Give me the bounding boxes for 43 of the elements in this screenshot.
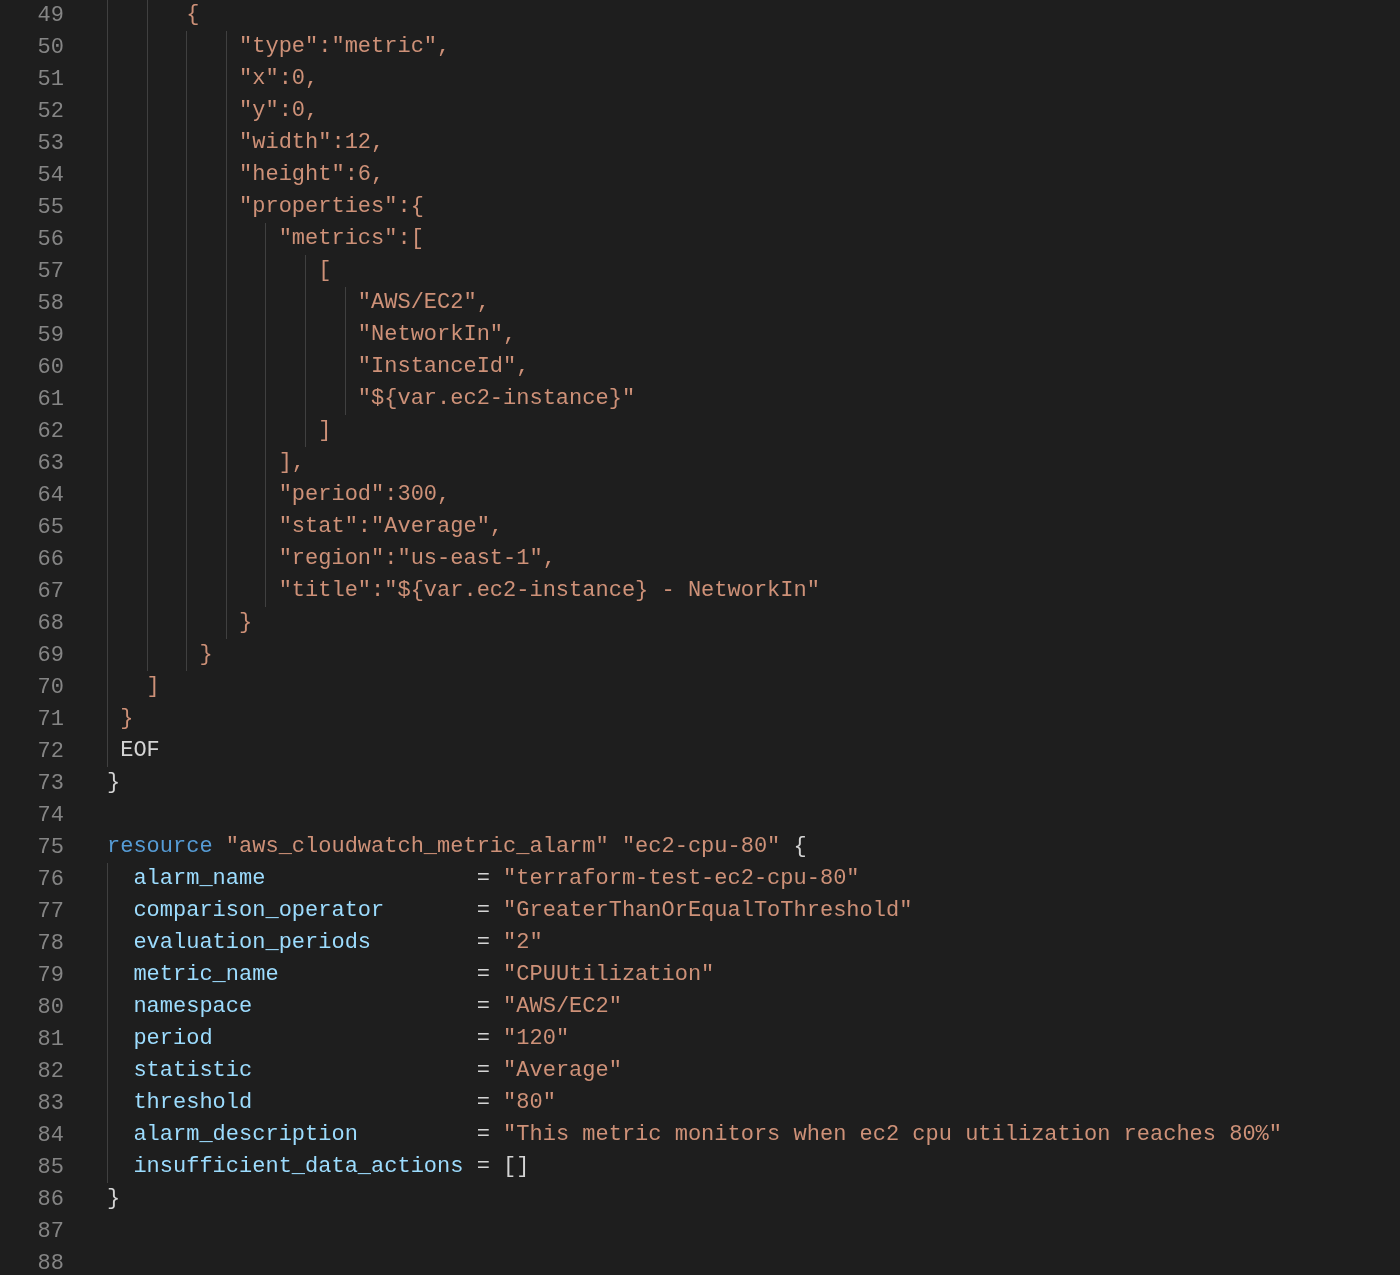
- line-number: 79: [36, 962, 64, 988]
- line-number: 72: [36, 738, 64, 764]
- line-number: 69: [36, 642, 64, 668]
- line-number: 85: [36, 1154, 64, 1180]
- code-line: }: [107, 769, 121, 797]
- line-number: 70: [36, 674, 64, 700]
- line-number: 61: [36, 386, 64, 412]
- line-number: 53: [36, 130, 64, 156]
- line-number: 64: [36, 482, 64, 508]
- line-number: 50: [36, 34, 64, 60]
- line-number: 71: [36, 706, 64, 732]
- line-number: 54: [36, 162, 64, 188]
- line-number: 76: [36, 866, 64, 892]
- code-line: }: [107, 1185, 121, 1213]
- line-number: 83: [36, 1090, 64, 1116]
- line-number: 60: [36, 354, 64, 380]
- line-number: 75: [36, 834, 64, 860]
- line-number: 88: [36, 1250, 64, 1275]
- line-number: 55: [36, 194, 64, 220]
- line-number: 80: [36, 994, 64, 1020]
- line-number: 66: [36, 546, 64, 572]
- line-number: 73: [36, 770, 64, 796]
- line-number: 84: [36, 1122, 64, 1148]
- line-number: 68: [36, 610, 64, 636]
- line-number: 58: [36, 290, 64, 316]
- line-number: 82: [36, 1058, 64, 1084]
- line-number: 57: [36, 258, 64, 284]
- line-number: 51: [36, 66, 64, 92]
- line-number: 56: [36, 226, 64, 252]
- code-line: resource "aws_cloudwatch_metric_alarm" "ec2-cpu-80" {: [107, 833, 807, 861]
- line-number: 63: [36, 450, 64, 476]
- line-number: 78: [36, 930, 64, 956]
- line-number: 62: [36, 418, 64, 444]
- line-number: 65: [36, 514, 64, 540]
- line-number: 87: [36, 1218, 64, 1244]
- line-number: 74: [36, 802, 64, 828]
- line-number: 86: [36, 1186, 64, 1212]
- line-number: 52: [36, 98, 64, 124]
- line-number: 81: [36, 1026, 64, 1052]
- line-number: 77: [36, 898, 64, 924]
- line-number: 59: [36, 322, 64, 348]
- line-number: 49: [36, 2, 64, 28]
- line-number: 67: [36, 578, 64, 604]
